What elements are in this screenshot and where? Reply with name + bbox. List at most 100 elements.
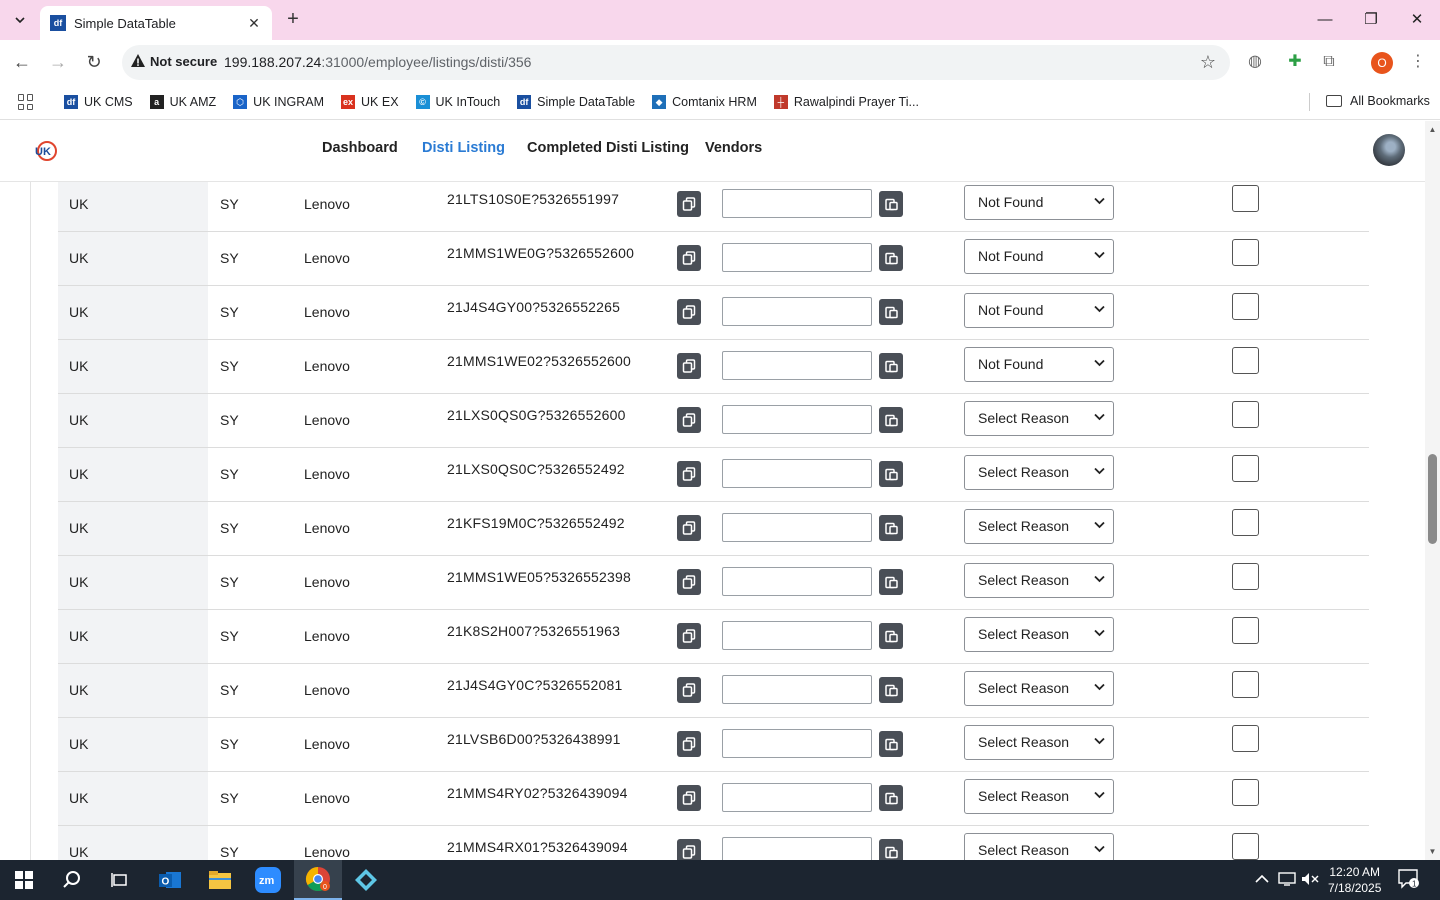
notification-icon[interactable]: 1 xyxy=(1398,869,1420,892)
bookmark-item[interactable]: © UK InTouch xyxy=(415,95,500,109)
row-checkbox[interactable] xyxy=(1232,509,1259,536)
reason-select[interactable]: Select Reason xyxy=(964,401,1114,436)
row-checkbox[interactable] xyxy=(1232,401,1259,428)
copy-sku-button[interactable] xyxy=(677,623,701,649)
taskbar-clock[interactable]: 12:20 AM 7/18/2025 xyxy=(1328,864,1381,896)
tab-close-icon[interactable]: ✕ xyxy=(246,15,262,32)
extension-plus-icon[interactable]: ✚ xyxy=(1284,51,1306,73)
bookmark-item[interactable]: ◆ Comtanix HRM xyxy=(652,95,757,109)
url-text[interactable]: 199.188.207.24:31000/employee/listings/d… xyxy=(224,54,531,70)
back-button[interactable]: ← xyxy=(10,50,34,74)
value-input[interactable] xyxy=(722,189,872,218)
reason-select[interactable]: Select Reason xyxy=(964,617,1114,652)
scroll-up-icon[interactable]: ▲ xyxy=(1428,125,1437,134)
nav-vendors[interactable]: Vendors xyxy=(705,140,762,156)
row-checkbox[interactable] xyxy=(1232,563,1259,590)
reason-select[interactable]: Select Reason xyxy=(964,563,1114,598)
bookmark-star-icon[interactable]: ☆ xyxy=(1200,52,1216,73)
page-scrollbar[interactable]: ▲ ▼ xyxy=(1425,121,1440,860)
nav-completed-disti-listing[interactable]: Completed Disti Listing xyxy=(527,140,689,156)
row-checkbox[interactable] xyxy=(1232,617,1259,644)
outlook-icon[interactable]: O xyxy=(146,860,194,900)
reason-select[interactable]: Select Reason xyxy=(964,509,1114,544)
value-input[interactable] xyxy=(722,675,872,704)
all-bookmarks-button[interactable]: All Bookmarks xyxy=(1326,94,1430,108)
chrome-icon[interactable]: 0 xyxy=(294,860,342,900)
copy-sku-button[interactable] xyxy=(677,785,701,811)
reason-select[interactable]: Not Found xyxy=(964,185,1114,220)
reload-button[interactable]: ↻ xyxy=(82,50,106,74)
value-input[interactable] xyxy=(722,459,872,488)
copy-sku-button[interactable] xyxy=(677,299,701,325)
value-input[interactable] xyxy=(722,405,872,434)
minimize-button[interactable]: — xyxy=(1302,6,1348,34)
bookmark-item[interactable]: df UK CMS xyxy=(64,95,133,109)
reason-select[interactable]: Select Reason xyxy=(964,779,1114,814)
bookmark-item[interactable]: df Simple DataTable xyxy=(517,95,635,109)
forward-button[interactable]: → xyxy=(46,50,70,74)
value-input[interactable] xyxy=(722,729,872,758)
paste-button[interactable] xyxy=(879,515,903,541)
copy-sku-button[interactable] xyxy=(677,569,701,595)
row-checkbox[interactable] xyxy=(1232,293,1259,320)
row-checkbox[interactable] xyxy=(1232,833,1259,860)
address-bar[interactable]: Not secure 199.188.207.24:31000/employee… xyxy=(122,45,1230,80)
tray-chevron-icon[interactable] xyxy=(1255,872,1269,887)
uk-logo-icon[interactable]: UK xyxy=(34,139,58,163)
value-input[interactable] xyxy=(722,783,872,812)
paste-button[interactable] xyxy=(879,245,903,271)
value-input[interactable] xyxy=(722,297,872,326)
copy-sku-button[interactable] xyxy=(677,839,701,860)
security-indicator[interactable]: Not secure xyxy=(130,53,217,69)
extensions-puzzle-icon[interactable]: ⧉ xyxy=(1318,51,1340,73)
copy-sku-button[interactable] xyxy=(677,407,701,433)
copy-sku-button[interactable] xyxy=(677,677,701,703)
translate-icon[interactable]: ◍ xyxy=(1244,51,1266,73)
network-icon[interactable] xyxy=(1278,872,1296,889)
copy-sku-button[interactable] xyxy=(677,191,701,217)
nav-disti-listing[interactable]: Disti Listing xyxy=(422,140,505,156)
scroll-down-icon[interactable]: ▼ xyxy=(1428,847,1437,856)
copy-sku-button[interactable] xyxy=(677,245,701,271)
value-input[interactable] xyxy=(722,513,872,542)
nav-dashboard[interactable]: Dashboard xyxy=(322,140,398,156)
profile-avatar[interactable]: O xyxy=(1371,52,1393,74)
reason-select[interactable]: Select Reason xyxy=(964,725,1114,760)
row-checkbox[interactable] xyxy=(1232,347,1259,374)
copy-sku-button[interactable] xyxy=(677,515,701,541)
copy-sku-button[interactable] xyxy=(677,731,701,757)
menu-kebab-icon[interactable]: ⋮ xyxy=(1407,51,1429,73)
file-explorer-icon[interactable] xyxy=(196,860,244,900)
bookmark-item[interactable]: ⬡ UK INGRAM xyxy=(233,95,324,109)
app-diamond-icon[interactable] xyxy=(342,860,390,900)
new-tab-button[interactable]: + xyxy=(282,8,304,32)
close-window-button[interactable]: ✕ xyxy=(1394,6,1440,34)
apps-grid-icon[interactable] xyxy=(18,94,34,110)
paste-button[interactable] xyxy=(879,623,903,649)
paste-button[interactable] xyxy=(879,839,903,860)
scrollbar-thumb[interactable] xyxy=(1428,454,1437,544)
value-input[interactable] xyxy=(722,621,872,650)
copy-sku-button[interactable] xyxy=(677,353,701,379)
user-avatar[interactable] xyxy=(1373,134,1405,166)
bookmark-item[interactable]: a UK AMZ xyxy=(149,95,216,109)
browser-tab[interactable]: df Simple DataTable ✕ xyxy=(40,6,272,40)
reason-select[interactable]: Select Reason xyxy=(964,455,1114,490)
volume-muted-icon[interactable] xyxy=(1301,872,1319,889)
paste-button[interactable] xyxy=(879,353,903,379)
row-checkbox[interactable] xyxy=(1232,779,1259,806)
paste-button[interactable] xyxy=(879,299,903,325)
bookmark-item[interactable]: ex UK EX xyxy=(341,95,399,109)
search-icon[interactable] xyxy=(48,860,96,900)
value-input[interactable] xyxy=(722,567,872,596)
paste-button[interactable] xyxy=(879,461,903,487)
value-input[interactable] xyxy=(722,351,872,380)
task-view-icon[interactable] xyxy=(96,860,144,900)
zoom-icon[interactable]: zm xyxy=(244,860,292,900)
value-input[interactable] xyxy=(722,243,872,272)
row-checkbox[interactable] xyxy=(1232,239,1259,266)
paste-button[interactable] xyxy=(879,677,903,703)
paste-button[interactable] xyxy=(879,785,903,811)
start-button[interactable] xyxy=(0,860,48,900)
paste-button[interactable] xyxy=(879,569,903,595)
